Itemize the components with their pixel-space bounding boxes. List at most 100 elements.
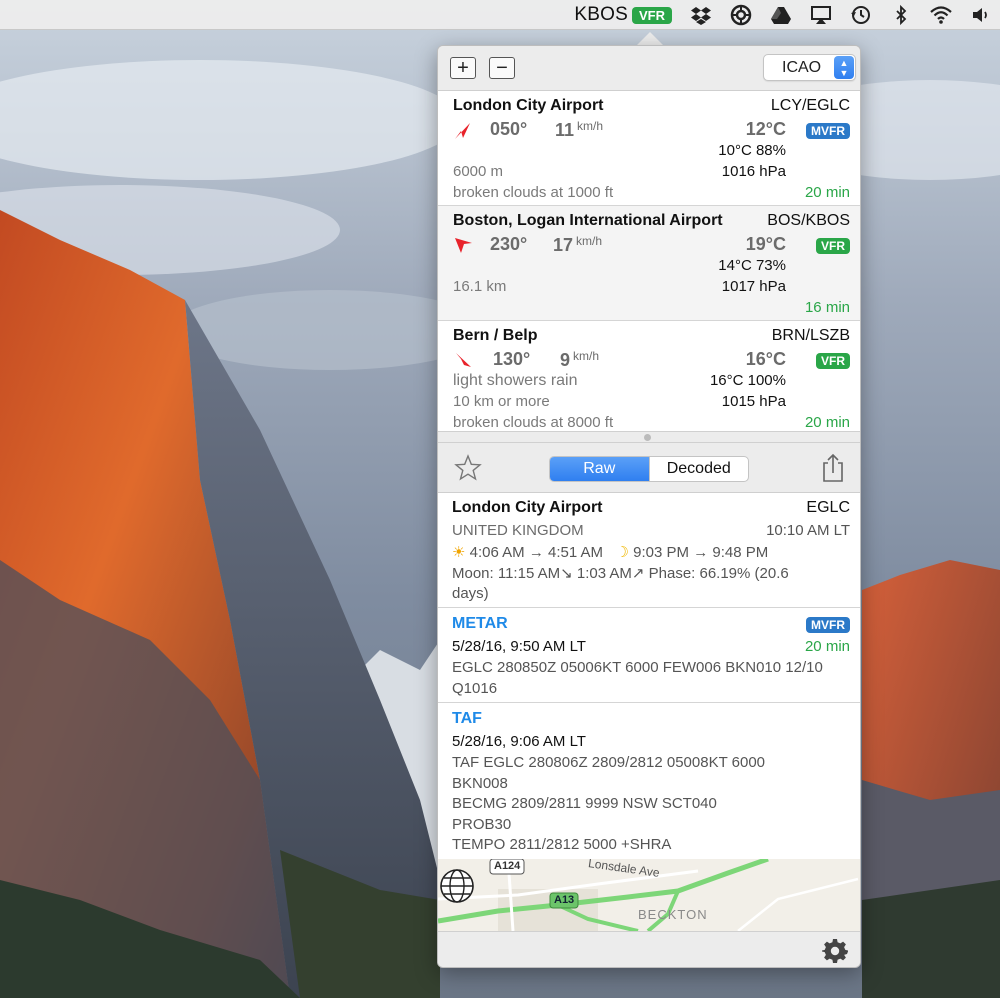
detail-local-time: 10:10 AM LT xyxy=(766,522,850,539)
status-tray: KBOS VFR xyxy=(574,0,992,30)
raw-tab[interactable]: Raw xyxy=(550,457,649,481)
weather-popover: + − ICAO ▲ ▼ London City Airport LCY/EGLC… xyxy=(437,45,861,968)
flight-category-badge: MVFR xyxy=(806,123,850,139)
view-mode-segmented-control: Raw Decoded xyxy=(549,456,749,482)
creative-cloud-icon[interactable] xyxy=(730,4,752,26)
visibility: 10 km or more xyxy=(453,393,550,410)
clouds: broken clouds at 1000 ft xyxy=(453,184,614,201)
menu-bar: KBOS VFR xyxy=(0,0,1000,30)
temperature: 12°C xyxy=(745,119,786,139)
place-label: BECKTON xyxy=(638,907,708,922)
divider-handle[interactable] xyxy=(644,434,651,441)
taf-time: 5/28/16, 9:06 AM LT xyxy=(452,733,586,750)
detail-toolbar: Raw Decoded xyxy=(438,443,860,493)
airplay-icon[interactable] xyxy=(810,4,832,26)
split-view-divider[interactable] xyxy=(438,431,860,443)
station-codes: LCY/EGLC xyxy=(770,97,850,114)
popover-arrow xyxy=(636,32,664,46)
wind-speed: 9 km/h xyxy=(560,349,600,370)
code-format-select[interactable]: ICAO ▲ ▼ xyxy=(763,54,856,81)
wind-direction: 230° xyxy=(490,234,528,254)
wind-direction: 130° xyxy=(493,349,531,369)
dewpoint-humidity: 14°C 73% xyxy=(718,257,786,274)
menubar-station-code: KBOS xyxy=(574,4,628,25)
wind-arrow-icon xyxy=(456,353,471,367)
station-detail: London City Airport EGLC UNITED KINGDOM … xyxy=(438,493,860,859)
pressure: 1015 hPa xyxy=(721,393,786,410)
detail-country: UNITED KINGDOM xyxy=(452,522,584,539)
station-map[interactable]: A124 A13 Lonsdale Ave BECKTON xyxy=(438,859,860,931)
pressure: 1016 hPa xyxy=(721,163,786,180)
menubar-weather-item[interactable]: KBOS VFR xyxy=(574,4,672,26)
taf-raw-line: BECMG 2809/2811 9999 NSW SCT040 xyxy=(452,795,717,812)
moonrise-moonset: 9:03 PM → 9:48 PM xyxy=(633,544,769,561)
road-label-a13: A13 xyxy=(554,894,575,906)
taf-raw-line: BKN008 xyxy=(452,774,508,792)
chevron-updown-icon: ▲ ▼ xyxy=(834,56,854,79)
volume-icon[interactable] xyxy=(970,4,992,26)
station-codes: BRN/LSZB xyxy=(771,327,850,344)
dewpoint-humidity: 10°C 88% xyxy=(718,142,786,159)
temperature: 19°C xyxy=(745,234,786,254)
metar-time: 5/28/16, 9:50 AM LT xyxy=(452,638,586,655)
bluetooth-icon[interactable] xyxy=(890,4,912,26)
add-station-button[interactable]: + xyxy=(450,57,476,79)
decoded-tab[interactable]: Decoded xyxy=(650,457,749,481)
station-name: Bern / Belp xyxy=(453,327,538,344)
sun-moon-times: ☀ 4:06 AM → 4:51 AM ☽ 9:03 PM → 9:48 PM xyxy=(452,543,768,561)
wind-arrow-icon xyxy=(455,123,470,139)
moon-phase-cont: days) xyxy=(452,585,489,602)
road-label-a124: A124 xyxy=(494,860,521,872)
flight-category-badge: VFR xyxy=(816,353,850,369)
flight-category-badge: VFR xyxy=(816,238,850,254)
taf-raw-line: TEMPO 2811/2812 5000 +SHRA xyxy=(452,836,672,853)
time-machine-icon[interactable] xyxy=(850,4,872,26)
detail-station-name: London City Airport xyxy=(452,499,603,516)
code-format-value: ICAO xyxy=(782,59,822,76)
pressure: 1017 hPa xyxy=(721,278,786,295)
station-card[interactable]: Boston, Logan International Airport BOS/… xyxy=(438,206,860,321)
taf-raw-line: PROB30 xyxy=(452,815,512,833)
temperature: 16°C xyxy=(745,349,786,369)
popover-toolbar: + − ICAO ▲ ▼ xyxy=(438,46,860,91)
sunrise-sunset: 4:06 AM → 4:51 AM xyxy=(469,544,604,561)
metar-raw-line: Q1016 xyxy=(452,680,498,697)
report-age: 20 min xyxy=(804,414,850,431)
taf-title: TAF xyxy=(452,710,482,727)
wind-arrow-icon xyxy=(455,238,472,253)
taf-raw-line: TAF EGLC 280806Z 2809/2812 05008KT 6000 xyxy=(452,754,766,771)
metar-section: METAR MVFR 5/28/16, 9:50 AM LT 20 min EG… xyxy=(438,608,860,703)
star-icon[interactable] xyxy=(454,454,482,482)
wifi-icon[interactable] xyxy=(930,4,952,26)
remove-station-button[interactable]: − xyxy=(489,57,515,79)
wind-direction: 050° xyxy=(490,119,528,139)
taf-section: TAF 5/28/16, 9:06 AM LT TAF EGLC 280806Z… xyxy=(438,703,860,859)
globe-icon[interactable] xyxy=(438,867,476,905)
station-list[interactable]: London City Airport LCY/EGLC 050° 11 km/h… xyxy=(438,91,860,431)
share-icon[interactable] xyxy=(820,453,846,483)
detail-icao: EGLC xyxy=(806,499,850,516)
metar-title: METAR xyxy=(452,615,508,632)
google-drive-icon[interactable] xyxy=(770,4,792,26)
station-card[interactable]: London City Airport LCY/EGLC 050° 11 km/h… xyxy=(438,91,860,206)
clouds: broken clouds at 8000 ft xyxy=(453,414,614,431)
moon-phase: Moon: 11:15 AM↘ 1:03 AM↗ Phase: 66.19% (… xyxy=(452,565,789,582)
wind-speed: 11 km/h xyxy=(555,119,604,140)
menubar-category-badge: VFR xyxy=(632,6,672,24)
metar-category-badge: MVFR xyxy=(806,617,850,633)
metar-age: 20 min xyxy=(804,638,850,655)
metar-raw-line: EGLC 280850Z 05006KT 6000 FEW006 BKN010 … xyxy=(452,659,823,676)
popover-bottom-bar xyxy=(438,931,860,967)
station-card[interactable]: Bern / Belp BRN/LSZB 130° 9 km/h 16°C VFR… xyxy=(438,321,860,431)
station-codes: BOS/KBOS xyxy=(767,212,850,229)
dewpoint-humidity: 16°C 100% xyxy=(709,372,786,389)
station-name: Boston, Logan International Airport xyxy=(453,212,723,229)
present-weather: light showers rain xyxy=(453,372,578,389)
visibility: 6000 m xyxy=(453,163,504,180)
gear-icon[interactable] xyxy=(822,938,848,964)
dropbox-icon[interactable] xyxy=(690,4,712,26)
station-info-section: London City Airport EGLC UNITED KINGDOM … xyxy=(438,493,860,608)
report-age: 20 min xyxy=(804,184,850,201)
station-name: London City Airport xyxy=(453,97,604,114)
wind-speed: 17 km/h xyxy=(553,234,603,255)
